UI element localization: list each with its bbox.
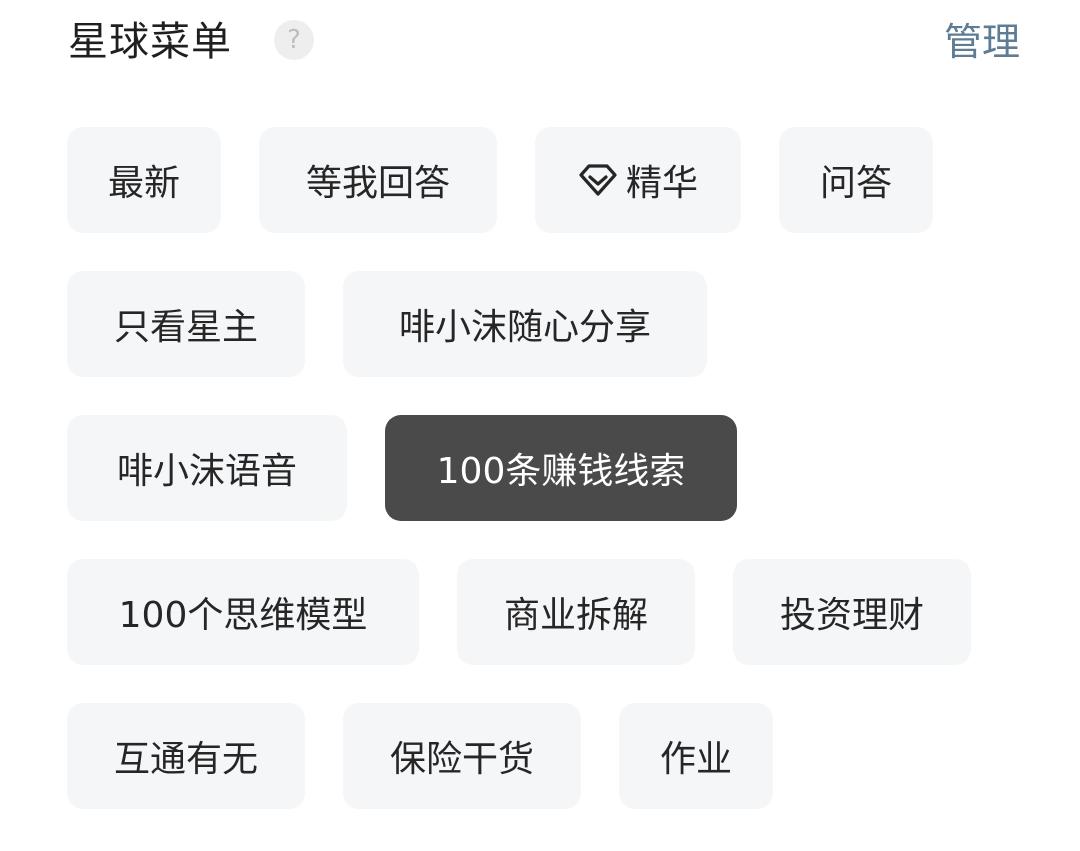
manage-button[interactable]: 管理 xyxy=(944,14,1020,70)
menu-item-label: 最新 xyxy=(107,163,180,204)
menu-item-label: 只看星主 xyxy=(113,307,258,348)
menu-item-label: 投资理财 xyxy=(779,595,924,636)
menu-item-insurance[interactable]: 保险干货 xyxy=(343,703,581,809)
menu-item-casual-share[interactable]: 啡小沫随心分享 xyxy=(343,271,707,377)
menu-item-owner-only[interactable]: 只看星主 xyxy=(67,271,305,377)
menu-item-label: 保险干货 xyxy=(389,739,534,780)
menu-item-exchange[interactable]: 互通有无 xyxy=(67,703,305,809)
menu-item-label: 100条赚钱线索 xyxy=(436,451,686,492)
menu-item-label: 等我回答 xyxy=(305,163,450,204)
diamond-icon xyxy=(579,164,617,196)
menu-item-voice[interactable]: 啡小沫语音 xyxy=(67,415,347,521)
help-icon[interactable]: ? xyxy=(274,20,314,60)
page-title: 星球菜单 xyxy=(68,19,232,65)
menu-item-qa[interactable]: 问答 xyxy=(779,127,933,233)
menu-item-money-leads[interactable]: 100条赚钱线索 xyxy=(385,415,737,521)
menu-item-label: 啡小沫随心分享 xyxy=(398,307,651,348)
menu-item-latest[interactable]: 最新 xyxy=(67,127,221,233)
menu-item-homework[interactable]: 作业 xyxy=(619,703,773,809)
menu-item-waiting-answer[interactable]: 等我回答 xyxy=(259,127,497,233)
menu-item-label: 商业拆解 xyxy=(503,595,648,636)
menu-item-label: 啡小沫语音 xyxy=(116,451,297,492)
planet-menu-panel: 星球菜单 ? 管理 最新 等我回答 精华 问答 只看星主 啡小沫随心分享 啡小沫… xyxy=(0,0,1080,851)
menu-item-business-breakdown[interactable]: 商业拆解 xyxy=(457,559,695,665)
menu-item-label: 精华 xyxy=(625,163,698,204)
menu-item-label: 互通有无 xyxy=(113,739,258,780)
menu-item-label: 100个思维模型 xyxy=(118,595,368,636)
menu-item-label: 问答 xyxy=(819,163,892,204)
menu-item-investing[interactable]: 投资理财 xyxy=(733,559,971,665)
menu-item-featured[interactable]: 精华 xyxy=(535,127,741,233)
menu-item-thinking-models[interactable]: 100个思维模型 xyxy=(67,559,419,665)
menu-item-label: 作业 xyxy=(659,739,732,780)
header: 星球菜单 ? 管理 xyxy=(68,14,1020,70)
